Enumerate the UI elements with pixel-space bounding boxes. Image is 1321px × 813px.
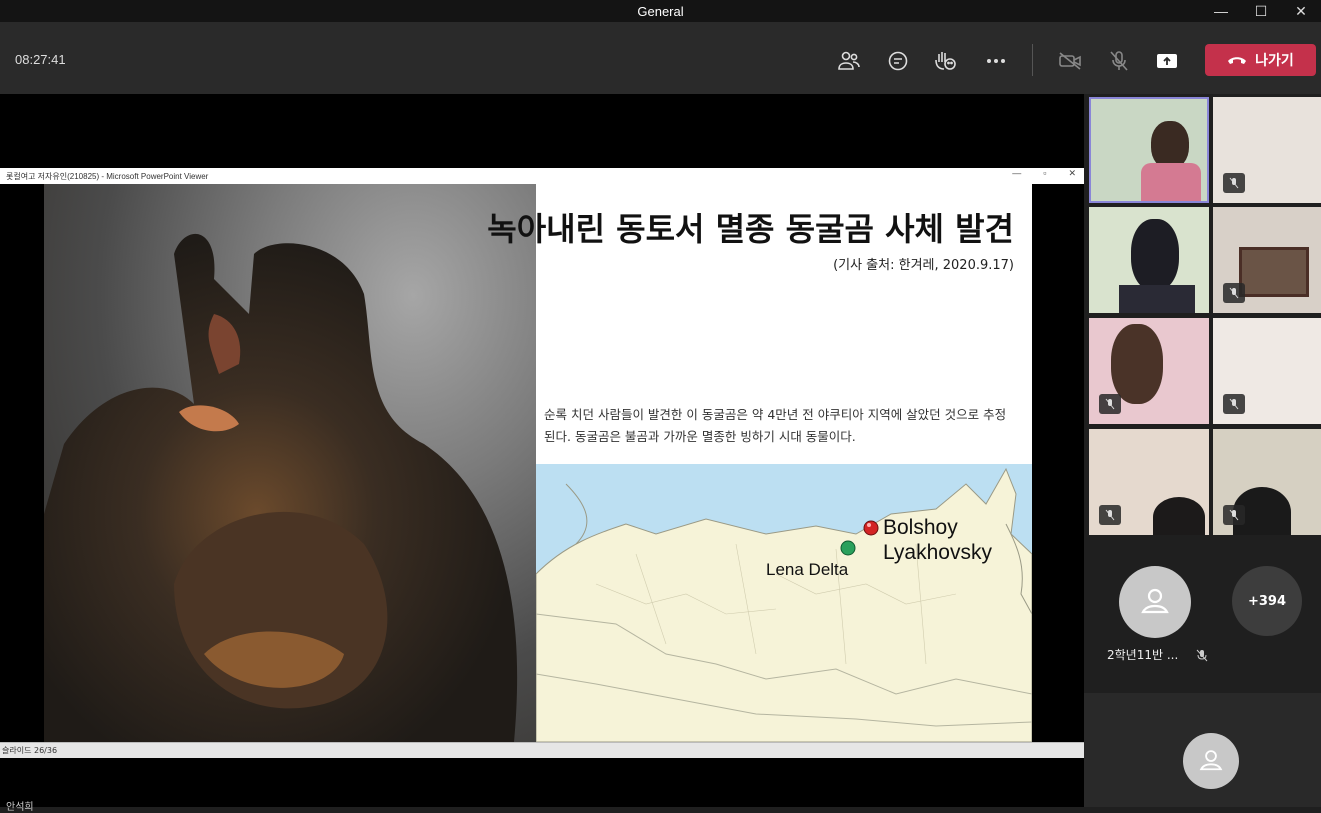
camera-off-icon [1059, 52, 1081, 70]
ppt-restore-button[interactable]: ▫ [1043, 168, 1046, 184]
mic-off-icon [1105, 509, 1115, 521]
raise-hand-icon [935, 52, 956, 70]
participant-silhouette [1151, 121, 1189, 169]
slide-counter: 슬라이드 26/36 [2, 746, 58, 755]
map-label-lyakhovsky: Lyakhovsky [883, 541, 992, 564]
participant-body [1141, 163, 1201, 201]
camera-toggle-button[interactable] [1057, 48, 1083, 74]
map-label-bolshoy: Bolshoy [883, 516, 958, 539]
participant-name: 2학년11반 ... [1107, 646, 1208, 663]
slide-letterbox-right [1032, 184, 1084, 742]
window-controls: — ☐ ✕ [1201, 0, 1321, 22]
mic-off-icon [1196, 649, 1208, 662]
window-title: General [637, 3, 684, 19]
ppt-window-title: 롯컬여고 저자유인(210825) - Microsoft PowerPoint… [6, 171, 209, 181]
muted-badge [1223, 283, 1245, 303]
more-icon [987, 59, 1005, 63]
mic-off-icon [1229, 177, 1239, 189]
ppt-window-controls: — ▫ ✕ [1012, 168, 1076, 184]
ppt-title-bar: 롯컬여고 저자유인(210825) - Microsoft PowerPoint… [0, 168, 1084, 184]
presentation-slide: 녹아내린 동토서 멸종 동굴곰 사체 발견 (기사 출처: 한겨레, 2020.… [44, 184, 1032, 742]
reactions-button[interactable] [933, 48, 959, 74]
minimize-button[interactable]: — [1201, 0, 1241, 22]
muted-badge [1223, 505, 1245, 525]
maximize-button[interactable]: ☐ [1241, 0, 1281, 22]
powerpoint-viewer-window: 롯컬여고 저자유인(210825) - Microsoft PowerPoint… [0, 168, 1084, 758]
participant-silhouette [1131, 219, 1179, 291]
participant-body [1119, 285, 1195, 313]
mic-off-icon [1229, 287, 1239, 299]
slide-source: (기사 출처: 한겨레, 2020.9.17) [833, 258, 1014, 273]
chat-icon [888, 51, 908, 71]
slide-body-text: 순록 치던 사람들이 발견한 이 동굴곰은 약 4만년 전 야쿠티아 지역에 살… [544, 407, 1007, 444]
leave-button[interactable]: 나가기 [1205, 44, 1316, 76]
more-participants-button[interactable]: +394 [1232, 566, 1302, 636]
ppt-minimize-button[interactable]: — [1012, 168, 1021, 184]
map-label-lena-delta: Lena Delta [766, 560, 849, 579]
video-tile-4[interactable] [1213, 207, 1321, 313]
wall-frame [1239, 247, 1309, 297]
mic-toggle-button[interactable] [1106, 48, 1132, 74]
video-tile-5[interactable] [1089, 318, 1209, 424]
toolbar-divider [1032, 44, 1033, 76]
meeting-clock: 08:27:41 [15, 52, 66, 67]
cave-bear-photo [44, 184, 536, 742]
video-tile-6[interactable] [1213, 318, 1321, 424]
phone-hangup-icon [1228, 57, 1247, 64]
muted-badge [1223, 394, 1245, 414]
leave-label: 나가기 [1255, 53, 1294, 69]
mic-off-icon [1229, 398, 1239, 410]
video-tile-2[interactable] [1213, 97, 1321, 203]
participant-silhouette [1153, 497, 1205, 535]
more-participants-count: +394 [1247, 593, 1287, 609]
participants-button[interactable] [836, 48, 862, 74]
person-icon [1199, 750, 1223, 771]
participant-name-label: 2학년11반 ... [1107, 648, 1179, 662]
share-icon [1157, 54, 1177, 68]
close-button[interactable]: ✕ [1281, 0, 1321, 22]
slide-letterbox-left [0, 184, 44, 742]
video-tile-3[interactable] [1089, 207, 1209, 313]
share-screen-button[interactable] [1154, 48, 1180, 74]
muted-badge [1099, 394, 1121, 414]
mic-off-icon [1105, 398, 1115, 410]
video-tile-8[interactable] [1213, 429, 1321, 535]
meeting-toolbar: 08:27:41 나가기 [0, 22, 1321, 94]
more-actions-button[interactable] [983, 48, 1009, 74]
window-title-bar: General — ☐ ✕ [0, 0, 1321, 22]
presenter-name: 안석희 [6, 802, 34, 813]
participant-avatar[interactable] [1119, 566, 1191, 638]
video-tile-1[interactable] [1089, 97, 1209, 203]
person-icon [1141, 588, 1169, 614]
mic-off-icon [1229, 509, 1239, 521]
muted-badge [1223, 173, 1245, 193]
mic-off-icon [1110, 51, 1128, 71]
people-icon [838, 51, 860, 70]
russia-map: Bolshoy Lyakhovsky Lena Delta [536, 464, 1032, 742]
self-avatar[interactable] [1183, 733, 1239, 789]
chat-button[interactable] [885, 48, 911, 74]
video-tile-7[interactable] [1089, 429, 1209, 535]
participant-silhouette [1111, 324, 1163, 404]
ppt-status-bar: 슬라이드 26/36 [0, 742, 1084, 758]
muted-badge [1099, 505, 1121, 525]
slide-title: 녹아내린 동토서 멸종 동굴곰 사체 발견 [487, 210, 1014, 248]
ppt-close-button[interactable]: ✕ [1068, 168, 1076, 184]
